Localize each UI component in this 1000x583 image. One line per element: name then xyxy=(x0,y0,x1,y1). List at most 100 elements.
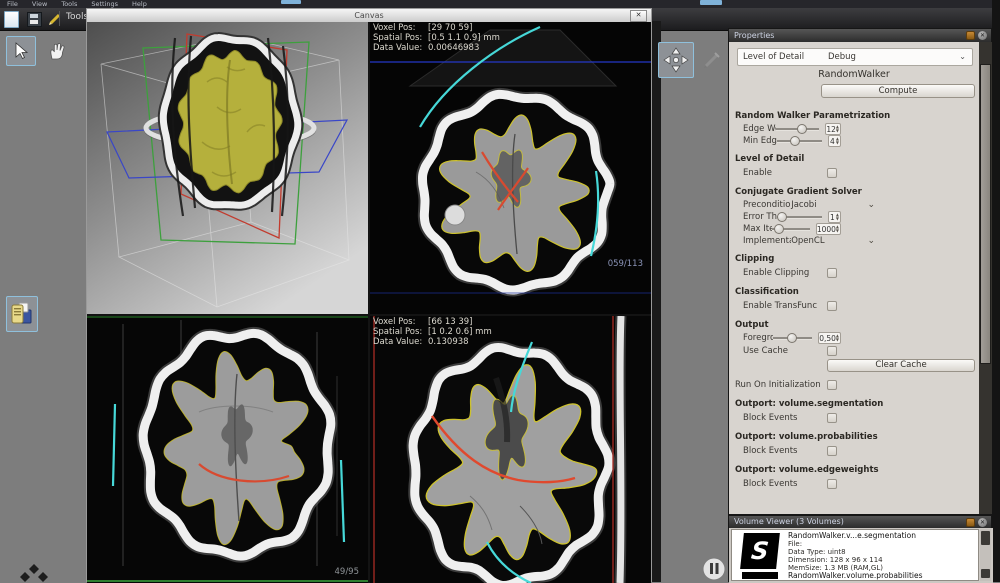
edit-pencil-icon[interactable] xyxy=(48,11,63,26)
menu-item-help[interactable]: Help xyxy=(132,0,147,8)
close-icon[interactable]: ✕ xyxy=(630,10,647,22)
volume-viewer-titlebar[interactable]: Volume Viewer (3 Volumes) ✕ xyxy=(729,516,991,528)
foreground-threshold-spinbox[interactable]: 0,50▲▼ xyxy=(818,332,841,344)
run-on-initialization-checkbox[interactable] xyxy=(827,380,837,390)
section-header-outport-volume-segmentation: Outport: volume.segmentation xyxy=(735,399,883,409)
menu-item-file[interactable]: File xyxy=(7,0,18,8)
properties-titlebar[interactable]: Properties ✕ xyxy=(729,29,991,42)
volume-list[interactable]: S RandomWalker.v...e.segmentation File: … xyxy=(731,529,979,581)
block-events-checkbox[interactable] xyxy=(827,446,837,456)
property-rows: Random Walker ParametrizationEdge Weight… xyxy=(729,104,979,491)
label-preconditioner: Preconditioner xyxy=(743,200,791,210)
foreground-threshold-slider-handle[interactable] xyxy=(787,333,797,343)
cluster-icon-button[interactable] xyxy=(16,562,52,582)
prop-row-error-threshold-10-t: Error Threshold: 10^(-t)1▲▼ xyxy=(729,211,841,223)
viewport-3d[interactable] xyxy=(87,22,368,314)
prop-row-classification: Classification xyxy=(729,285,979,299)
prop-row-clear-cache: Clear Cache xyxy=(729,358,979,372)
window-tab-highlight xyxy=(700,0,722,5)
prop-row-block-events: Block Events xyxy=(729,444,979,458)
enable-transfunc-checkbox[interactable] xyxy=(827,301,837,311)
move-tool-button[interactable] xyxy=(658,42,694,78)
spinner-arrows-icon[interactable]: ▲▼ xyxy=(836,125,839,133)
label-implementation: Implementation xyxy=(743,236,791,246)
scrollbar-thumb[interactable] xyxy=(980,64,991,364)
spinner-arrows-icon[interactable]: ▲▼ xyxy=(836,225,839,233)
canvas-window-titlebar[interactable]: Canvas ✕ xyxy=(87,9,651,23)
clipboard-tool-button[interactable] xyxy=(6,296,38,332)
block-events-checkbox[interactable] xyxy=(827,413,837,423)
min-edge-weight-10-t-slider[interactable] xyxy=(777,135,822,147)
pause-indicator[interactable] xyxy=(700,551,728,582)
error-threshold-10-t-spinbox[interactable]: 1▲▼ xyxy=(828,211,841,223)
chevron-down-icon: ⌄ xyxy=(959,54,966,60)
prop-row-enable: Enable xyxy=(729,166,979,180)
close-icon[interactable]: ✕ xyxy=(978,31,987,40)
clear-cache-button[interactable]: Clear Cache xyxy=(827,359,975,372)
slice-number: 059/113 xyxy=(608,259,643,269)
viewport-axial-top[interactable]: Voxel Pos:[29 70 59] Spatial Pos:[0.5 1.… xyxy=(370,22,651,314)
spinner-arrows-icon[interactable]: ▲▼ xyxy=(836,334,839,342)
compute-button[interactable]: Compute xyxy=(821,84,975,98)
spinner-arrows-icon[interactable]: ▲▼ xyxy=(836,137,839,145)
volume-thumbnail xyxy=(742,572,778,579)
scrollbar-thumb[interactable] xyxy=(981,569,990,578)
menu-item-settings[interactable]: Settings xyxy=(91,0,118,8)
pan-tool-button[interactable] xyxy=(41,36,71,66)
prop-row-clipping: Clipping xyxy=(729,252,979,266)
label-min-edge-weight-10-t: Min Edge Weight: 10^(-t) xyxy=(743,136,777,146)
window-tab-highlight xyxy=(281,0,301,4)
save-icon[interactable] xyxy=(27,12,42,27)
enable-clipping-checkbox[interactable] xyxy=(827,268,837,278)
max-iterations-slider-handle[interactable] xyxy=(774,224,784,234)
volume-viewer-scrollbar[interactable] xyxy=(980,529,991,581)
level-of-detail-field[interactable]: Level of Detail Debug ⌄ xyxy=(737,48,973,66)
min-edge-weight-10-t-slider-handle[interactable] xyxy=(790,136,800,146)
viewport-axial-bottom-right[interactable]: Voxel Pos:[66 13 39] Spatial Pos:[1 0.2 … xyxy=(370,316,651,583)
max-iterations-slider[interactable] xyxy=(772,223,810,235)
edge-weight-scale-2-beta-spinbox[interactable]: 12▲▼ xyxy=(825,123,841,135)
prop-row-level-of-detail: Level of Detail xyxy=(729,152,979,166)
prop-row-block-events: Block Events xyxy=(729,477,979,491)
move-arrows-icon xyxy=(661,45,691,75)
section-header-conjugate-gradient-solver: Conjugate Gradient Solver xyxy=(735,187,862,197)
properties-scrollbar[interactable] xyxy=(979,42,992,514)
label-use-cache: Use Cache xyxy=(743,346,827,356)
cursor-arrow-icon xyxy=(11,41,31,61)
prop-row-implementation: ImplementationOpenCL⌄ xyxy=(729,235,875,247)
viewport-axial-bottom-left[interactable]: 49/95 xyxy=(87,316,368,583)
properties-title: Properties xyxy=(734,31,774,40)
spinner-arrows-icon[interactable]: ▲▼ xyxy=(836,213,839,221)
edge-weight-scale-2-beta-slider-handle[interactable] xyxy=(797,124,807,134)
label-block-events: Block Events xyxy=(743,479,827,489)
prop-row-outport-volume-probabilities: Outport: volume.probabilities xyxy=(729,430,979,444)
min-edge-weight-10-t-spinbox[interactable]: 4▲▼ xyxy=(828,135,841,147)
new-document-icon[interactable] xyxy=(4,11,19,28)
menu-item-view[interactable]: View xyxy=(32,0,47,8)
volume-thumbnail: S xyxy=(740,533,780,569)
error-threshold-10-t-slider[interactable] xyxy=(777,211,822,223)
preconditioner-dropdown[interactable]: Jacobi⌄ xyxy=(791,199,875,211)
menu-item-tools[interactable]: Tools xyxy=(61,0,77,8)
foreground-threshold-slider[interactable] xyxy=(773,332,813,344)
edge-weight-scale-2-beta-slider[interactable] xyxy=(776,123,820,135)
enable-checkbox[interactable] xyxy=(827,168,837,178)
canvas-window: Canvas ✕ xyxy=(86,8,652,582)
volume-viewer-panel: Volume Viewer (3 Volumes) ✕ S RandomWalk… xyxy=(728,515,992,582)
block-events-checkbox[interactable] xyxy=(827,479,837,489)
label-enable-clipping: Enable Clipping xyxy=(743,268,827,278)
section-header-outport-volume-edgeweights: Outport: volume.edgeweights xyxy=(735,465,879,475)
minimize-icon[interactable] xyxy=(966,518,975,527)
implementation-dropdown[interactable]: OpenCL⌄ xyxy=(791,235,875,247)
prop-row-preconditioner: PreconditionerJacobi⌄ xyxy=(729,199,875,211)
select-tool-button[interactable] xyxy=(6,36,36,66)
scrollbar-thumb[interactable] xyxy=(981,531,990,545)
minimize-icon[interactable] xyxy=(966,31,975,40)
close-icon[interactable]: ✕ xyxy=(978,518,987,527)
error-threshold-10-t-slider-handle[interactable] xyxy=(777,212,787,222)
draw-tool-button[interactable] xyxy=(697,45,727,75)
voxel-info-overlay: Voxel Pos:[29 70 59] Spatial Pos:[0.5 1.… xyxy=(373,23,500,53)
use-cache-checkbox[interactable] xyxy=(827,346,837,356)
max-iterations-spinbox[interactable]: 1000▲▼ xyxy=(816,223,841,235)
label-block-events: Block Events xyxy=(743,446,827,456)
